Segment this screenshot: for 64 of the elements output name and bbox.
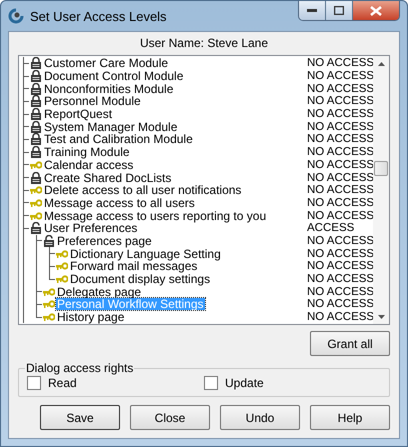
tree-item[interactable]: Document Control Module bbox=[43, 70, 307, 82]
close-icon bbox=[370, 6, 382, 16]
key-icon bbox=[43, 286, 55, 298]
tree-item[interactable]: User Preferences bbox=[43, 222, 307, 234]
grant-all-button[interactable]: Grant all bbox=[310, 331, 390, 356]
tree-item[interactable]: Calendar access bbox=[43, 158, 307, 171]
window-title: Set User Access Levels bbox=[30, 8, 168, 24]
app-icon bbox=[8, 8, 24, 24]
access-level: ACCESS bbox=[307, 222, 356, 234]
tree-item[interactable]: Message access to users reporting to you bbox=[43, 210, 307, 222]
checkbox[interactable] bbox=[27, 376, 41, 390]
scrollbar[interactable] bbox=[373, 56, 389, 324]
lock-icon bbox=[30, 70, 42, 82]
maximize-button[interactable] bbox=[326, 1, 353, 20]
tree-item[interactable]: Document display settings bbox=[69, 273, 307, 286]
tree-item[interactable]: Personnel Module bbox=[43, 95, 307, 108]
scroll-down-icon[interactable] bbox=[378, 315, 384, 319]
lock-icon bbox=[30, 146, 42, 158]
tree-item[interactable]: Forward mail messages bbox=[69, 260, 307, 272]
checkbox-label: Read bbox=[48, 376, 77, 390]
lock-icon bbox=[30, 82, 42, 95]
key-icon bbox=[43, 311, 55, 324]
tree-item[interactable]: Preferences page bbox=[56, 234, 307, 247]
close-button[interactable] bbox=[353, 1, 399, 20]
key-icon bbox=[43, 298, 55, 310]
lock-icon bbox=[30, 95, 42, 108]
tree-item[interactable]: ReportQuest bbox=[43, 108, 307, 120]
key-icon bbox=[56, 273, 68, 286]
open-lock-icon bbox=[30, 222, 42, 234]
maximize-icon bbox=[334, 6, 344, 15]
open-lock-icon bbox=[43, 234, 55, 247]
key-icon bbox=[30, 196, 42, 209]
dialog-button[interactable]: Undo bbox=[220, 405, 300, 430]
minimize-icon bbox=[307, 8, 317, 12]
lock-icon bbox=[30, 120, 42, 133]
checkbox-label: Update bbox=[225, 376, 264, 390]
minimize-button[interactable] bbox=[299, 1, 326, 20]
tree-item[interactable]: Customer Care Module bbox=[43, 57, 307, 70]
tree-item[interactable]: Create Shared DocLists bbox=[43, 172, 307, 184]
key-icon bbox=[30, 184, 42, 196]
key-icon bbox=[30, 158, 42, 171]
key-icon bbox=[56, 248, 68, 260]
scroll-up-icon[interactable] bbox=[378, 62, 384, 66]
lock-icon bbox=[30, 133, 42, 146]
tree-item[interactable]: Training Module bbox=[43, 146, 307, 158]
tree-item[interactable]: Delete access to all user notifications bbox=[43, 184, 307, 196]
tree-item[interactable]: Message access to all users bbox=[43, 196, 307, 209]
lock-icon bbox=[30, 57, 42, 70]
group-title: Dialog access rights bbox=[25, 361, 134, 375]
scroll-thumb[interactable] bbox=[374, 161, 388, 176]
tree-item[interactable]: History page bbox=[56, 311, 307, 324]
user-name-label: User Name: Steve Lane bbox=[138, 35, 270, 52]
key-icon bbox=[30, 210, 42, 222]
dialog-button[interactable]: Close bbox=[130, 405, 210, 430]
tree-item[interactable]: Test and Calibration Module bbox=[43, 133, 307, 146]
key-icon bbox=[56, 260, 68, 272]
tree-item[interactable]: Nonconformities Module bbox=[43, 82, 307, 95]
dialog-button[interactable]: Help bbox=[310, 405, 390, 430]
tree-item[interactable]: Dictionary Language Setting bbox=[69, 248, 307, 260]
checkbox[interactable] bbox=[204, 376, 218, 390]
lock-icon bbox=[30, 108, 42, 120]
tree-item[interactable]: System Manager Module bbox=[43, 120, 307, 133]
lock-icon bbox=[30, 172, 42, 184]
dialog-button[interactable]: Save bbox=[40, 405, 120, 430]
